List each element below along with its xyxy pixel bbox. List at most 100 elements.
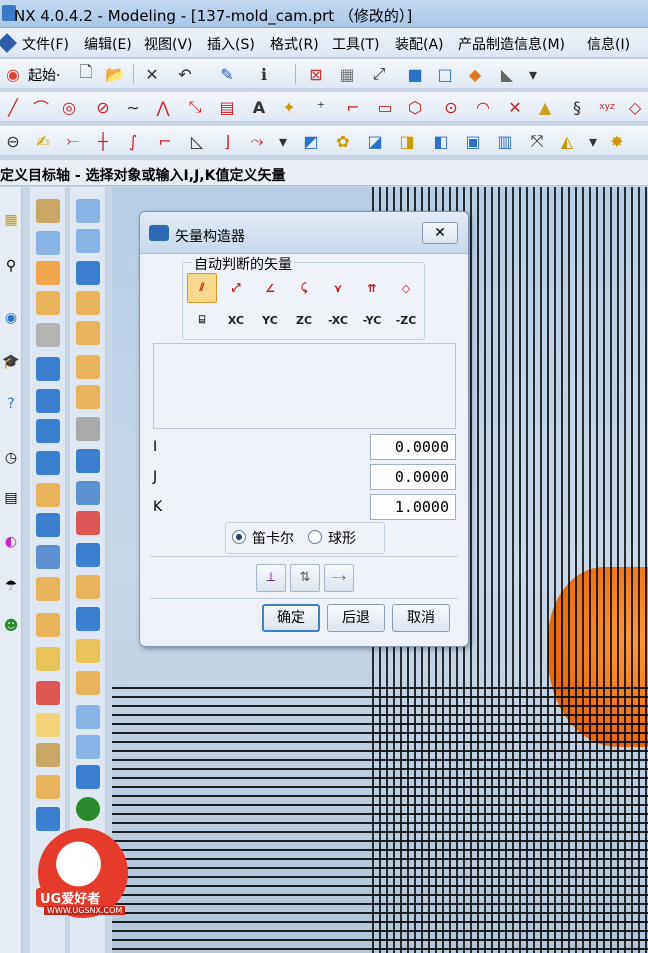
history-icon[interactable]: 🎓 — [1, 351, 21, 373]
edge-curve-vector-icon[interactable]: ⤹ — [289, 273, 319, 303]
web-browser-icon[interactable]: ◉ — [1, 307, 21, 329]
unite-icon[interactable] — [36, 807, 60, 831]
menu-insert[interactable]: 插入(S) — [207, 34, 255, 54]
menu-info[interactable]: 信息(I) — [587, 34, 630, 54]
two-points-icon[interactable]: ⤢ — [221, 273, 251, 303]
chevron-down-icon[interactable]: ▾ — [272, 130, 294, 152]
hole-icon[interactable]: ◧ — [430, 130, 452, 152]
spline-icon[interactable]: ∼ — [122, 96, 144, 118]
shaded-view-icon[interactable]: ■ — [404, 63, 426, 85]
emboss-icon[interactable] — [76, 671, 100, 695]
neg-xc-axis-button[interactable]: -XC — [323, 305, 353, 335]
scale-icon[interactable] — [76, 355, 100, 379]
cartesian-radio[interactable] — [232, 530, 246, 544]
sew-icon[interactable] — [36, 775, 60, 799]
point-line-icon[interactable]: ⊘ — [92, 96, 114, 118]
spherical-radio[interactable] — [308, 530, 322, 544]
trim-body-icon[interactable] — [36, 713, 60, 737]
menu-file[interactable]: 文件(F) — [22, 34, 69, 54]
swept-icon[interactable] — [76, 735, 100, 759]
menu-edit[interactable]: 编辑(E) — [84, 34, 132, 54]
cylinder-icon[interactable] — [36, 261, 60, 285]
ok-button[interactable]: 确定 — [262, 604, 320, 632]
render-style-icon[interactable]: ◆ — [464, 63, 486, 85]
point-icon[interactable]: ✦ — [278, 96, 300, 118]
menu-tools[interactable]: 工具(T) — [332, 34, 379, 54]
polygon-icon[interactable]: ⬡ — [404, 96, 426, 118]
zoom-icon[interactable]: ▦ — [336, 63, 358, 85]
i-input[interactable]: 0.0000 — [370, 434, 456, 460]
datum-axis-icon[interactable]: ⤧ — [526, 130, 548, 152]
intersection-curve-icon[interactable]: ✕ — [504, 96, 526, 118]
angle-to-xc-icon[interactable]: ∠ — [255, 273, 285, 303]
undo-icon[interactable]: ↶ — [174, 63, 196, 85]
face-normal-icon[interactable]: ⇈ — [357, 273, 387, 303]
tube-icon[interactable]: ◨ — [396, 130, 418, 152]
assembly-navigator-icon[interactable]: ▦ — [1, 209, 21, 231]
curve-length-icon[interactable]: ⤳ — [246, 130, 268, 152]
wireframe-view-icon[interactable]: □ — [434, 63, 456, 85]
part-navigator-icon[interactable]: ⚲ — [1, 255, 21, 277]
revolve-icon[interactable]: ✿ — [332, 130, 354, 152]
xc-axis-button[interactable]: XC — [221, 305, 251, 335]
point-set-icon[interactable]: ⁺ — [310, 96, 332, 118]
system-materials-icon[interactable]: ▤ — [1, 487, 21, 509]
book-icon[interactable] — [76, 481, 100, 505]
roles-icon[interactable]: ☂ — [1, 575, 21, 597]
pocket-body-icon[interactable] — [76, 199, 100, 223]
circle-icon[interactable]: ◎ — [58, 96, 80, 118]
conic-icon[interactable]: ◠ — [472, 96, 494, 118]
fit-curve-icon[interactable]: ⤡ — [184, 96, 206, 118]
tangent-curve-icon[interactable]: ⋎ — [323, 273, 353, 303]
feature-op-icon[interactable]: ✸ — [606, 130, 628, 152]
split-body-icon[interactable] — [36, 743, 60, 767]
sphere-icon[interactable] — [36, 323, 60, 347]
offset-curve-icon[interactable]: ◇ — [624, 96, 646, 118]
boss-icon[interactable]: ▣ — [462, 130, 484, 152]
info-icon[interactable]: ℹ — [253, 63, 275, 85]
edit-parameters-icon[interactable]: ✍ — [32, 130, 54, 152]
help-icon[interactable]: ? — [1, 393, 21, 415]
through-curves-icon[interactable] — [76, 705, 100, 729]
chevron-down-icon[interactable]: ▾ — [582, 130, 604, 152]
ellipse-icon[interactable]: ⊙ — [440, 96, 462, 118]
trim-corner-icon[interactable]: ┼ — [92, 130, 114, 152]
pad-icon[interactable] — [76, 229, 100, 253]
arc-icon[interactable]: ⌒ — [30, 96, 52, 118]
split-curve-icon[interactable]: ⤚ — [62, 130, 84, 152]
groove-icon[interactable] — [76, 291, 100, 315]
menu-pmi[interactable]: 产品制造信息(M) — [458, 34, 565, 54]
hole-body-icon[interactable] — [36, 419, 60, 443]
neg-yc-axis-button[interactable]: -YC — [357, 305, 387, 335]
start-menu-button[interactable]: 起始· — [28, 65, 60, 85]
offset-face-icon[interactable] — [76, 321, 100, 345]
perpendicular-vector-icon[interactable]: ⟂ — [256, 564, 286, 592]
palette-icon[interactable]: ◐ — [1, 531, 21, 553]
tear-icon[interactable] — [76, 543, 100, 567]
blend-icon[interactable] — [36, 483, 60, 507]
draft-icon[interactable] — [36, 577, 60, 601]
pattern-icon[interactable] — [36, 647, 60, 671]
reverse-vector-icon[interactable]: ⇅ — [290, 564, 320, 592]
section-body-icon[interactable] — [76, 765, 100, 789]
slot-icon[interactable] — [76, 261, 100, 285]
fillet-edit-icon[interactable]: ⌐ — [154, 130, 176, 152]
open-file-icon[interactable]: 📂 — [104, 63, 126, 85]
cone-icon[interactable] — [36, 291, 60, 315]
yc-axis-button[interactable]: YC — [255, 305, 285, 335]
cylinder-axis-icon[interactable]: ⌸ — [187, 305, 217, 335]
bounding-icon[interactable] — [76, 511, 100, 535]
menu-view[interactable]: 视图(V) — [144, 34, 193, 54]
wcs-icon[interactable]: ⤢ — [368, 63, 390, 85]
edit-object-icon[interactable]: ✎ — [216, 63, 238, 85]
shell-icon[interactable] — [36, 545, 60, 569]
revolve-body-icon[interactable] — [36, 389, 60, 413]
sweep-icon[interactable]: ◪ — [364, 130, 386, 152]
fillet-curve-icon[interactable]: ⌐ — [342, 96, 364, 118]
chamfer-edit-icon[interactable]: ◺ — [186, 130, 208, 152]
thread-icon[interactable] — [36, 613, 60, 637]
cycle-vector-icon[interactable]: ⤍ — [324, 564, 354, 592]
k-input[interactable]: 1.0000 — [370, 494, 456, 520]
wrap-icon[interactable] — [76, 607, 100, 631]
extrude-body-icon[interactable] — [36, 357, 60, 381]
